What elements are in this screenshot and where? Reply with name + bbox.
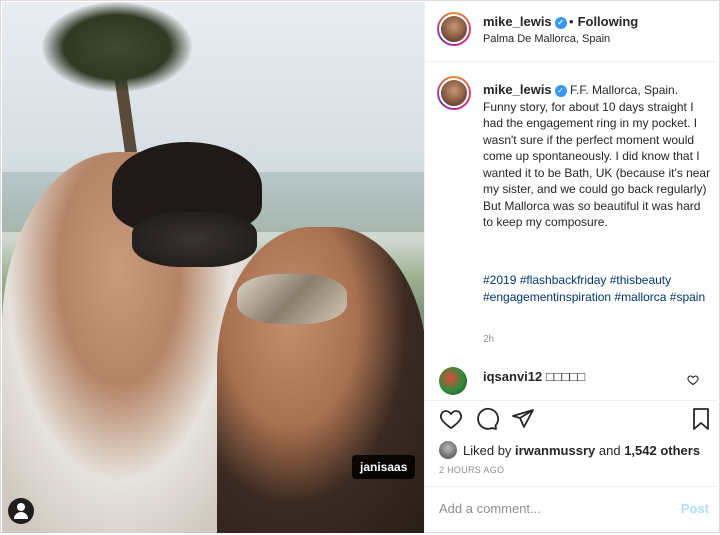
post-dialog: janisaas mike_lewis ✓ • Following Palma De… <box>0 0 720 533</box>
add-comment-bar: Add a comment... Post <box>425 486 720 534</box>
location-link[interactable]: Palma De Mallorca, Spain <box>483 33 610 45</box>
following-button[interactable]: Following <box>578 14 639 29</box>
caption-hashtags[interactable]: #2019 #flashbackfriday #thisbeauty #enga… <box>483 272 713 305</box>
comment-input[interactable]: Add a comment... <box>439 501 659 516</box>
photo-user-tag[interactable]: janisaas <box>352 455 416 479</box>
post-button[interactable]: Post <box>681 501 709 516</box>
avatar[interactable] <box>437 12 471 46</box>
comment-icon[interactable] <box>475 407 499 431</box>
comment-username[interactable]: iqsanvi12 <box>483 369 542 384</box>
post-sidebar: mike_lewis ✓ • Following Palma De Mallorca… <box>424 2 720 533</box>
caption-age: 2h <box>483 334 495 345</box>
comment-text: □□□□□ <box>545 369 586 384</box>
comment-like-icon[interactable] <box>687 374 699 386</box>
caption: mike_lewis ✓ F.F. Mallorca, Spain. Funny … <box>425 62 720 357</box>
verified-badge-icon: ✓ <box>554 85 567 97</box>
share-icon[interactable] <box>511 407 535 431</box>
likes-count-link[interactable]: 1,542 others <box>624 443 700 458</box>
like-heart-icon[interactable] <box>439 407 463 431</box>
liker-avatar[interactable] <box>439 441 457 459</box>
save-bookmark-icon[interactable] <box>689 407 713 431</box>
verified-badge-icon: ✓ <box>554 17 567 29</box>
caption-text: F.F. Mallorca, Spain. Funny story, for a… <box>483 83 711 229</box>
likes-line: Liked by irwanmussry and 1,542 others <box>439 441 700 459</box>
post-timestamp[interactable]: 2 HOURS AGO <box>439 465 504 475</box>
header-username[interactable]: mike_lewis <box>483 14 552 29</box>
caption-username[interactable]: mike_lewis <box>483 82 552 97</box>
tagged-users-icon[interactable] <box>8 498 34 524</box>
comment-row: iqsanvi12 □□□□□ <box>425 362 720 397</box>
caption-avatar[interactable] <box>437 76 471 110</box>
action-bar: Liked by irwanmussry and 1,542 others 2 … <box>425 400 720 535</box>
post-header: mike_lewis ✓ • Following Palma De Mallorca… <box>425 2 720 62</box>
comment-avatar[interactable] <box>439 367 467 395</box>
post-photo[interactable]: janisaas <box>2 2 424 533</box>
liker-username[interactable]: irwanmussry <box>515 443 595 458</box>
